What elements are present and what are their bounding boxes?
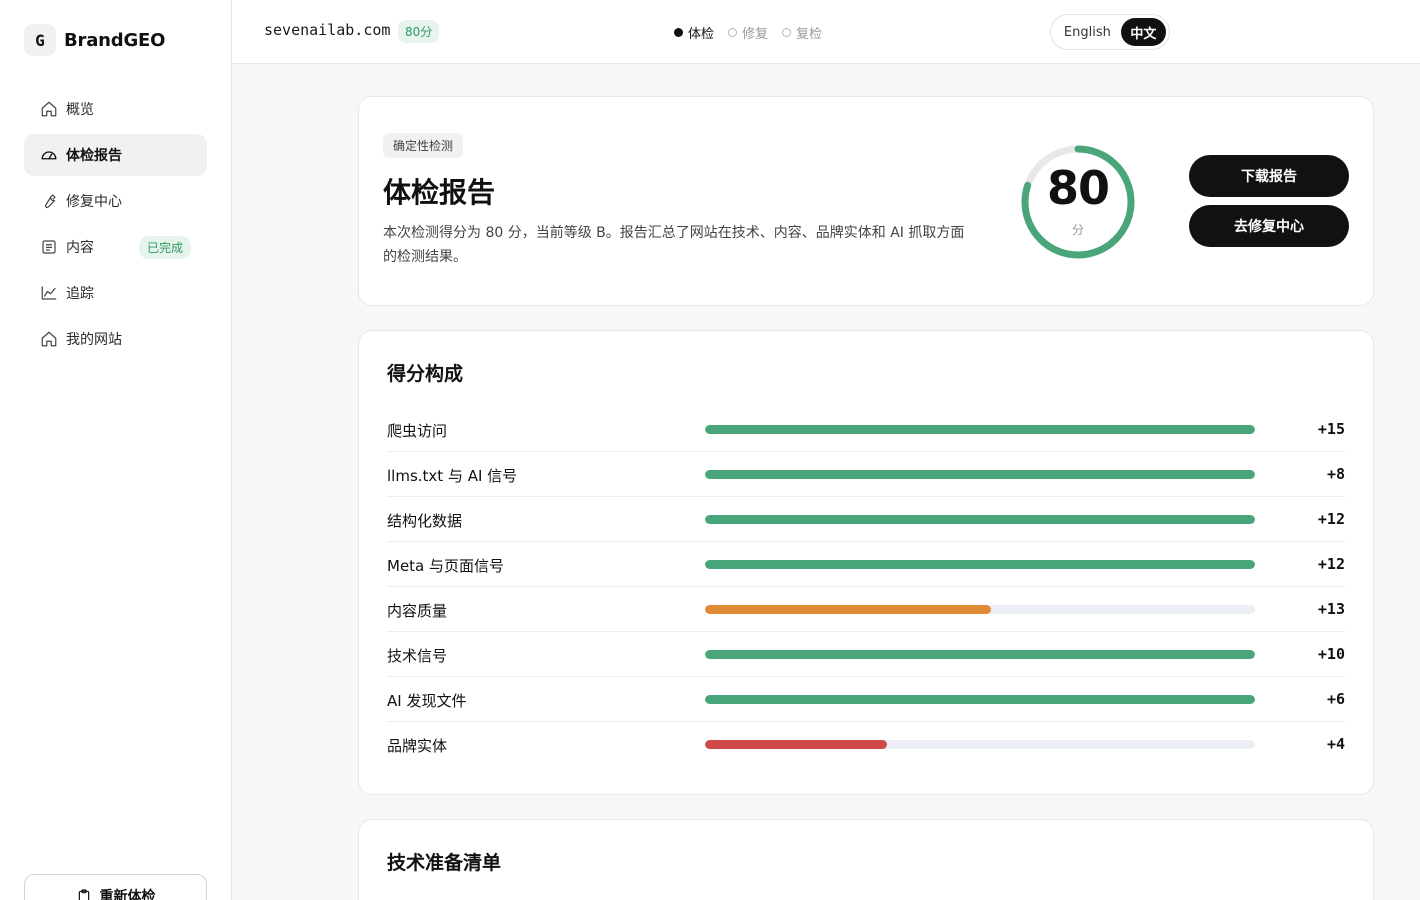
home-icon <box>41 101 57 117</box>
score-row-points: +15 <box>1317 420 1345 438</box>
sidebar-item-content[interactable]: 内容 已完成 <box>24 226 207 268</box>
step-label: 体检 <box>688 27 715 42</box>
progress-steps: 体检 修复 复检 <box>674 23 836 42</box>
topbar: sevenailab.com 80分 体检 修复 复检 English 中文 <box>232 0 1420 64</box>
sidebar-item-label: 体检报告 <box>66 148 122 164</box>
sidebar-item-my-sites[interactable]: 我的网站 <box>24 318 207 360</box>
sidebar: G BrandGEO 概览 体检报告 修复中心 内容 已完成 追踪 我的网站 重… <box>0 0 232 900</box>
lang-chinese-button[interactable]: 中文 <box>1120 18 1166 46</box>
score-bar-fill <box>705 740 887 749</box>
home-icon <box>41 331 57 347</box>
score-row-points: +12 <box>1317 510 1345 528</box>
score-breakdown-card: 得分构成 爬虫访问 +15 llms.txt 与 AI 信号 +8 结构化数据 … <box>358 330 1374 795</box>
lang-english-button[interactable]: English <box>1054 18 1121 46</box>
score-bar-fill <box>705 605 991 614</box>
score-pill: 80分 <box>398 20 440 43</box>
score-row: llms.txt 与 AI 信号 +8 <box>387 452 1345 497</box>
score-row-label: AI 发现文件 <box>387 692 467 710</box>
wrench-icon <box>44 194 56 209</box>
score-bar-fill <box>705 560 1255 569</box>
score-bar-track <box>705 560 1255 569</box>
score-row: 技术信号 +10 <box>387 632 1345 677</box>
sidebar-nav: 概览 体检报告 修复中心 内容 已完成 追踪 我的网站 <box>24 88 207 364</box>
step-label: 修复 <box>742 27 769 42</box>
score-bar-fill <box>705 425 1255 434</box>
sidebar-item-fix-center[interactable]: 修复中心 <box>24 180 207 222</box>
sidebar-item-label: 概览 <box>66 102 94 118</box>
step-dot-empty-icon <box>728 28 738 37</box>
step-dot-filled-icon <box>674 28 683 37</box>
document-list-icon <box>42 240 56 254</box>
score-bar-track <box>705 650 1255 659</box>
score-row-label: Meta 与页面信号 <box>387 557 505 575</box>
score-row-label: 技术信号 <box>387 647 448 665</box>
score-bar-track <box>705 740 1255 749</box>
page-title: 体检报告 <box>383 176 496 209</box>
sidebar-item-overview[interactable]: 概览 <box>24 88 207 130</box>
step-fix[interactable]: 修复 <box>728 23 768 42</box>
score-row: 爬虫访问 +15 <box>387 407 1345 452</box>
brand[interactable]: G BrandGEO <box>24 24 165 56</box>
score-bar-track <box>705 605 1255 614</box>
score-row-points: +8 <box>1326 465 1345 483</box>
recheck-label: 重新体检 <box>99 889 156 900</box>
step-dot-empty-icon <box>782 28 792 37</box>
score-row-label: 结构化数据 <box>387 512 463 530</box>
detection-tag: 确定性检测 <box>383 133 464 158</box>
download-report-button[interactable]: 下载报告 <box>1189 155 1349 197</box>
recheck-button[interactable]: 重新体检 <box>24 874 207 900</box>
language-switch: English 中文 <box>1050 14 1170 50</box>
site-domain: sevenailab.com <box>264 21 391 39</box>
score-row: Meta 与页面信号 +12 <box>387 542 1345 587</box>
score-row-label: llms.txt 与 AI 信号 <box>387 467 518 485</box>
score-row-points: +10 <box>1317 645 1345 663</box>
sidebar-item-report[interactable]: 体检报告 <box>24 134 207 176</box>
score-row-label: 内容质量 <box>387 602 448 620</box>
score-row-label: 品牌实体 <box>387 737 448 755</box>
sidebar-item-label: 内容 <box>66 240 94 256</box>
score-bar-fill <box>705 470 1255 479</box>
clipboard-icon <box>78 889 89 900</box>
score-bar-track <box>705 515 1255 524</box>
sidebar-item-tracking[interactable]: 追踪 <box>24 272 207 314</box>
status-badge: 已完成 <box>138 235 191 259</box>
score-bar-track <box>705 695 1255 704</box>
gauge-icon <box>41 151 57 160</box>
score-unit: 分 <box>1071 223 1084 237</box>
score-row: 品牌实体 +4 <box>387 722 1345 767</box>
score-row: 结构化数据 +12 <box>387 497 1345 542</box>
score-bar-fill <box>705 515 1255 524</box>
score-row-points: +6 <box>1326 690 1345 708</box>
step-checkup[interactable]: 体检 <box>674 23 714 42</box>
step-label: 复检 <box>796 27 823 42</box>
score-row-points: +13 <box>1317 600 1345 618</box>
score-row-label: 爬虫访问 <box>387 422 448 440</box>
step-recheck[interactable]: 复检 <box>782 23 822 42</box>
sidebar-item-label: 追踪 <box>66 286 94 302</box>
score-row: 内容质量 +13 <box>387 587 1345 632</box>
score-breakdown-list: 爬虫访问 +15 llms.txt 与 AI 信号 +8 结构化数据 +12 M… <box>387 407 1345 767</box>
brand-name: BrandGEO <box>64 29 166 51</box>
report-summary-card: 确定性检测 体检报告 本次检测得分为 80 分，当前等级 B。报告汇总了网站在技… <box>358 96 1374 306</box>
score-bar-fill <box>705 650 1255 659</box>
section-title: 得分构成 <box>387 363 464 385</box>
score-value: 80 <box>1046 161 1110 215</box>
tech-checklist-card: 技术准备清单 <box>358 819 1374 900</box>
go-fix-center-button[interactable]: 去修复中心 <box>1189 205 1349 247</box>
score-bar-track <box>705 470 1255 479</box>
sidebar-item-label: 修复中心 <box>66 194 122 210</box>
score-row: AI 发现文件 +6 <box>387 677 1345 722</box>
line-chart-icon <box>41 286 57 300</box>
brand-logo: G <box>24 24 56 56</box>
score-bar-fill <box>705 695 1255 704</box>
score-row-points: +12 <box>1317 555 1345 573</box>
report-description: 本次检测得分为 80 分，当前等级 B。报告汇总了网站在技术、内容、品牌实体和 … <box>383 225 965 265</box>
section-title: 技术准备清单 <box>387 852 502 874</box>
sidebar-item-label: 我的网站 <box>66 332 122 348</box>
score-row-points: +4 <box>1326 735 1345 753</box>
score-bar-track <box>705 425 1255 434</box>
